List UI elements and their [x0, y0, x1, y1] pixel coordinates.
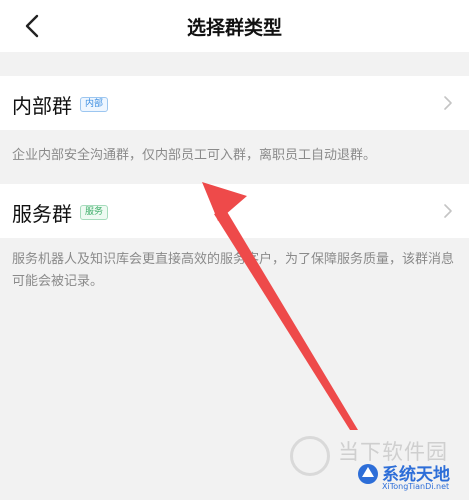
option-internal-group[interactable]: 内部群 内部 — [0, 76, 469, 130]
option-description: 服务机器人及知识库会更直接高效的服务客户，为了保障服务质量，该群消息可能会被记录… — [12, 252, 455, 289]
option-service-group[interactable]: 服务群 服务 — [0, 184, 469, 238]
option-description: 企业内部安全沟通群，仅内部员工可入群，离职员工自动退群。 — [12, 148, 377, 163]
option-title: 服务群 — [12, 202, 72, 226]
internal-badge: 内部 — [80, 97, 109, 112]
chevron-right-icon — [444, 96, 452, 110]
option-title: 内部群 — [12, 94, 72, 118]
service-badge: 服务 — [80, 205, 109, 220]
watermark-subtext: XiTongTianDi.net — [382, 482, 450, 491]
navigation-bar: 选择群类型 — [0, 0, 469, 52]
chevron-right-icon — [444, 204, 452, 218]
watermark-site-2: 系统天地 XiTongTianDi.net — [356, 458, 466, 496]
watermark-logo-icon — [358, 464, 378, 484]
watermark-logo-icon — [290, 436, 330, 476]
page-title: 选择群类型 — [186, 17, 282, 39]
